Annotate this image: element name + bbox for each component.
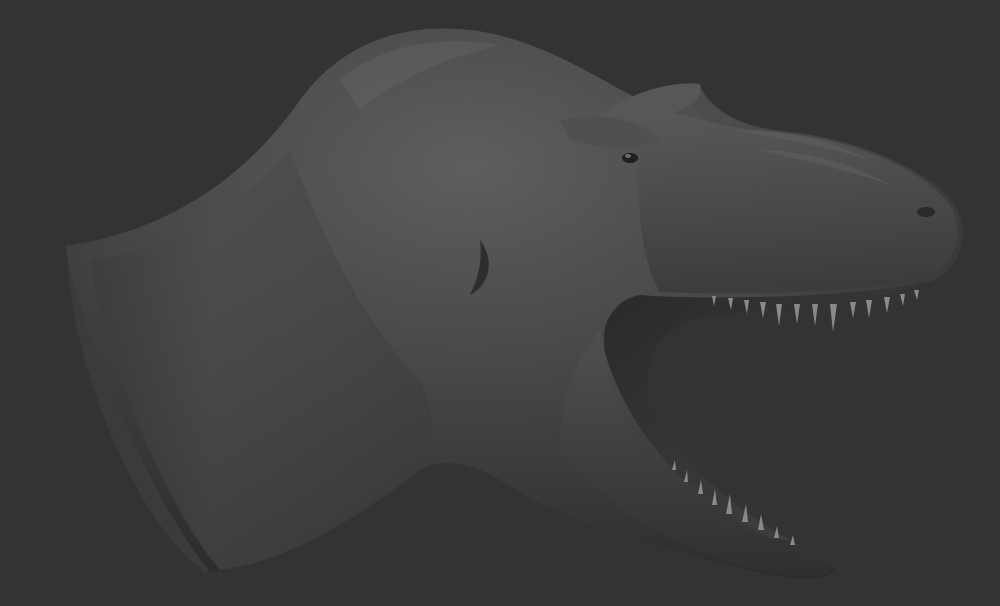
sculpt-render[interactable] — [0, 0, 1000, 606]
eye-icon — [622, 153, 638, 163]
3d-viewport[interactable] — [0, 0, 1000, 606]
nostril-icon — [917, 207, 935, 217]
eye-highlight — [625, 154, 631, 158]
